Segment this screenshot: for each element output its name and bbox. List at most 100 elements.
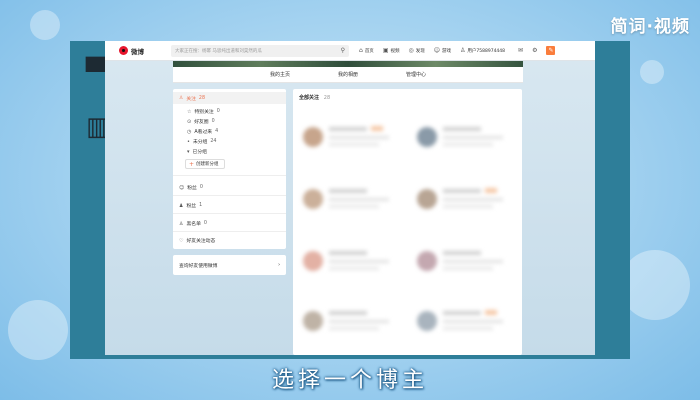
avatar: [303, 189, 323, 209]
name-placeholder: [443, 127, 481, 131]
tag-placeholder: [485, 188, 497, 193]
nav-item-games[interactable]: ☺ 游戏: [434, 47, 451, 54]
list-item[interactable]: [409, 237, 517, 287]
sidebar-item-fans-2[interactable]: ♟ 粉丝 1: [179, 202, 203, 210]
sidebar-item-count: 1: [199, 203, 203, 208]
search-input[interactable]: 大家正在搜：杨幂 马思纯出道和刘昊然的瓜 ⚲: [171, 44, 349, 57]
sidebar-item-label: 关注: [186, 96, 196, 102]
bio-placeholder: [443, 327, 493, 330]
name-placeholder: [329, 189, 367, 193]
search-icon[interactable]: ⚲: [341, 47, 345, 54]
weibo-logo[interactable]: 微博: [119, 46, 159, 56]
avatar: [303, 127, 323, 147]
list-item[interactable]: [295, 297, 403, 347]
sidebar-group-friends[interactable]: ⊙ 好友圈 0: [187, 118, 215, 126]
follow-sidebar: ♙ 关注 28 ☆ 特别关注 0 ⊙ 好友圈 0 ◷ A看过来 4 • 未分组 …: [173, 89, 286, 249]
list-item[interactable]: [295, 175, 403, 225]
list-item[interactable]: [295, 237, 403, 287]
sidebar-group-look[interactable]: ◷ A看过来 4: [187, 128, 219, 136]
nav-item-label: 首页: [364, 48, 374, 54]
bio-placeholder: [329, 260, 389, 263]
new-group-button[interactable]: + 创建新分组: [185, 159, 225, 169]
tab-management-center[interactable]: 管理中心: [406, 71, 426, 78]
background-bubble: [30, 10, 60, 40]
nav-item-label: 视频: [390, 48, 400, 54]
bio-placeholder: [443, 136, 503, 139]
tag-placeholder: [371, 126, 383, 131]
query-label: 查询好友使用微博: [179, 263, 218, 269]
sidebar-group-special[interactable]: ☆ 特别关注 0: [187, 108, 220, 116]
bio-placeholder: [329, 143, 379, 146]
bio-placeholder: [329, 198, 389, 201]
star-icon: ☆: [187, 108, 192, 115]
list-item[interactable]: [409, 297, 517, 347]
nav-items: ⌂ 首页 ▣ 视频 ◎ 发现 ☺ 游戏 ♙ 用户7588974448: [359, 47, 514, 54]
sidebar-item-blacklist[interactable]: ♙ 黑名单 0: [179, 220, 207, 228]
nav-item-video[interactable]: ▣ 视频: [383, 47, 400, 54]
name-placeholder: [329, 311, 367, 315]
group-label: A看过来: [194, 130, 213, 135]
nav-item-home[interactable]: ⌂ 首页: [359, 47, 374, 54]
query-friends-link[interactable]: 查询好友使用微博 ›: [173, 255, 286, 275]
dot-icon: •: [187, 138, 190, 145]
sidebar-item-fans[interactable]: ☺ 粉丝 0: [179, 184, 203, 192]
search-placeholder: 大家正在搜：杨幂 马思纯出道和刘昊然的瓜: [175, 48, 262, 54]
sidebar-item-label: 黑名单: [186, 222, 201, 227]
sidebar-item-label: 粉丝: [186, 204, 197, 209]
list-item[interactable]: [409, 175, 517, 225]
follow-count: 28: [198, 95, 206, 101]
compass-icon: ◎: [408, 47, 414, 54]
nav-item-discover[interactable]: ◎ 发现: [408, 47, 424, 54]
group-label: 特别关注: [194, 110, 214, 115]
plus-icon: +: [189, 160, 195, 168]
bio-placeholder: [329, 327, 379, 330]
avatar: [417, 311, 437, 331]
name-placeholder: [443, 311, 481, 315]
sidebar-item-follow[interactable]: ♙ 关注 28: [173, 92, 286, 104]
follow-icon: ♙: [179, 95, 184, 101]
sidebar-item-count: 0: [199, 185, 203, 190]
weibo-screen: 微博 大家正在搜：杨幂 马思纯出道和刘昊然的瓜 ⚲ ⌂ 首页 ▣ 视频 ◎ 发现…: [105, 41, 595, 355]
nav-item-user[interactable]: ♙ 用户7588974448: [460, 47, 505, 54]
fans-icon: ☺: [179, 184, 185, 191]
avatar: [417, 189, 437, 209]
sidebar-group-grouped[interactable]: ▾ 已分组: [187, 148, 207, 156]
nav-right-tools: ✉ ⚙ ✎: [518, 46, 556, 55]
background-bubble: [640, 60, 664, 84]
activity-icon: ♡: [179, 237, 184, 244]
mail-icon[interactable]: ✉: [518, 47, 523, 54]
gear-icon[interactable]: ⚙: [532, 47, 537, 54]
tab-my-home[interactable]: 我的主页: [270, 71, 290, 78]
group-count: 24: [210, 139, 217, 144]
brand-watermark: 简词·视频: [610, 17, 690, 37]
bio-placeholder: [443, 320, 503, 323]
nav-item-label: 游戏: [442, 48, 451, 54]
blacklist-icon: ♙: [179, 220, 184, 227]
list-item[interactable]: [295, 113, 403, 163]
chevron-right-icon: ›: [278, 262, 280, 268]
bio-placeholder: [329, 136, 389, 139]
avatar: [303, 251, 323, 271]
group-label: 已分组: [192, 150, 207, 155]
sidebar-group-ungrouped[interactable]: • 未分组 24: [187, 138, 217, 146]
bio-placeholder: [329, 267, 379, 270]
name-placeholder: [329, 127, 367, 131]
follow-list-title-label: 全部关注: [299, 95, 320, 101]
sidebar-item-count: 0: [203, 221, 207, 226]
divider: [173, 195, 286, 196]
list-item[interactable]: [409, 113, 517, 163]
clock-icon: ◷: [187, 128, 192, 135]
top-navigation: 微博 大家正在搜：杨幂 马思纯出道和刘昊然的瓜 ⚲ ⌂ 首页 ▣ 视频 ◎ 发现…: [105, 41, 595, 61]
divider: [173, 231, 286, 232]
nav-item-label: 发现: [415, 48, 425, 54]
tab-my-album[interactable]: 我的相册: [338, 71, 358, 78]
group-count: 4: [215, 129, 219, 134]
avatar: [417, 251, 437, 271]
name-placeholder: [443, 251, 481, 255]
nav-item-label: 用户7588974448: [467, 48, 506, 54]
circle-icon: ⊙: [187, 118, 192, 125]
sidebar-item-activity[interactable]: ♡ 好友关注动态: [179, 237, 215, 245]
logo-text: 微博: [131, 47, 144, 56]
bio-placeholder: [329, 320, 389, 323]
compose-button[interactable]: ✎: [546, 46, 556, 55]
